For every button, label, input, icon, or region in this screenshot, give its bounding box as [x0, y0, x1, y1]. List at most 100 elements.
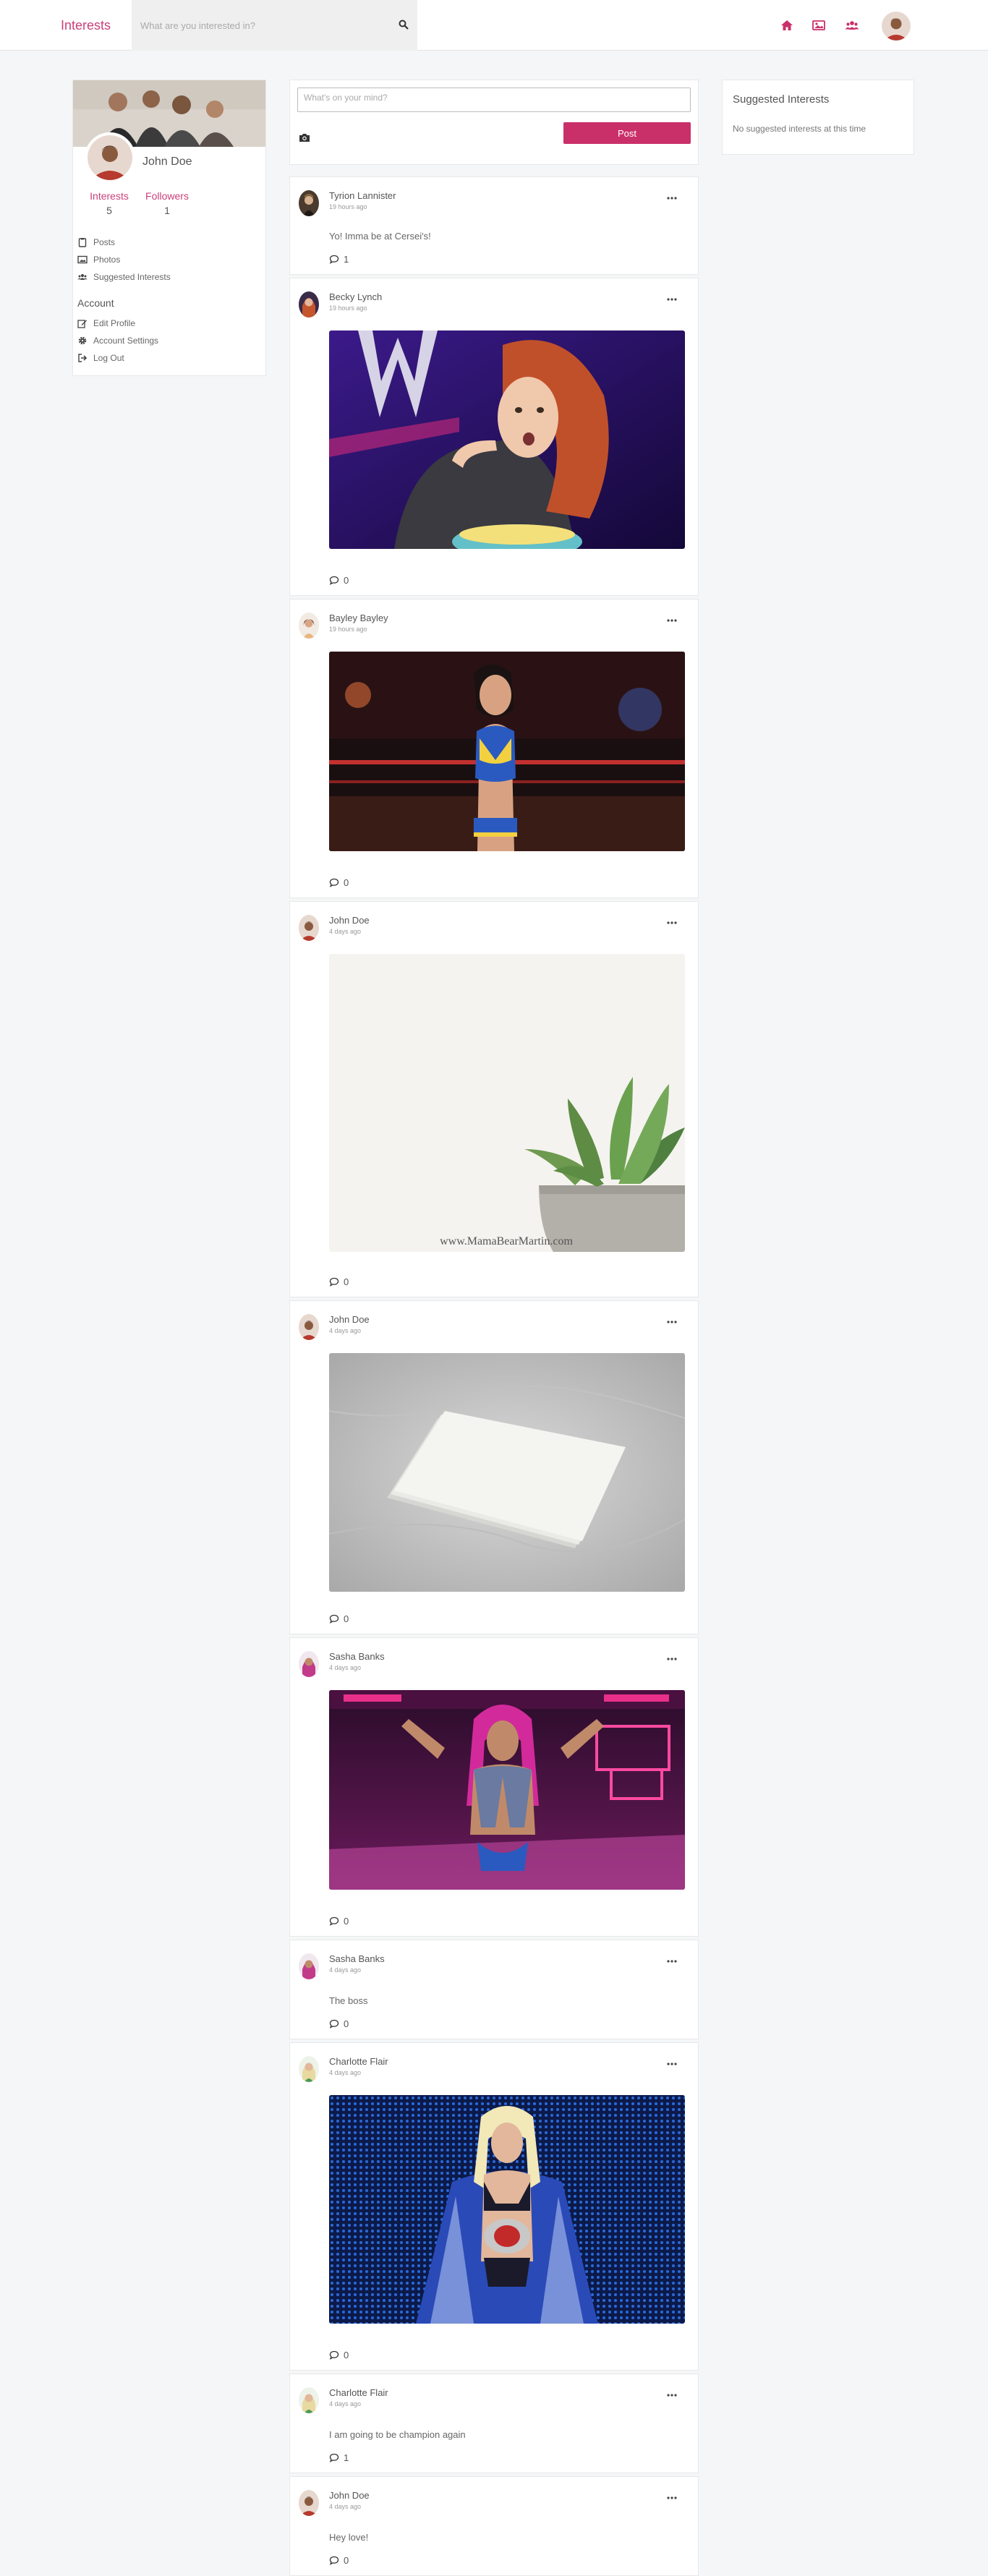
post-timestamp: 4 days ago: [329, 1966, 362, 1974]
menu-item-label: Edit Profile: [93, 318, 136, 328]
post-author[interactable]: John Doe: [329, 1314, 370, 1325]
post-image[interactable]: [329, 330, 685, 549]
post-author[interactable]: Bayley Bayley: [329, 613, 388, 623]
comment-icon: [329, 1916, 339, 1926]
home-icon[interactable]: [780, 19, 794, 32]
followers-label[interactable]: Followers: [142, 190, 192, 202]
comment-count[interactable]: 0: [329, 1276, 349, 1287]
comment-count[interactable]: 0: [329, 575, 349, 586]
ellipsis-icon[interactable]: [666, 1959, 678, 1963]
author-avatar[interactable]: [299, 190, 319, 216]
ellipsis-icon[interactable]: [666, 921, 678, 925]
post-textarea[interactable]: [297, 88, 691, 112]
post-image[interactable]: [329, 2095, 685, 2324]
author-avatar[interactable]: [299, 915, 319, 941]
comment-count[interactable]: 0: [329, 1916, 349, 1927]
comment-count-value: 0: [344, 575, 349, 586]
ellipsis-icon[interactable]: [666, 1657, 678, 1661]
feed-post: Sasha Banks 4 days ago The boss 0: [289, 1940, 699, 2039]
image-icon: [77, 255, 88, 264]
comment-count-value: 0: [344, 2350, 349, 2360]
camera-icon[interactable]: [299, 132, 310, 142]
clipboard-icon: [78, 238, 87, 247]
post-author[interactable]: John Doe: [329, 915, 370, 926]
menu-item-account-settings[interactable]: Account Settings: [77, 333, 158, 348]
post-timestamp: 19 hours ago: [329, 304, 367, 312]
post-author[interactable]: Becky Lynch: [329, 291, 382, 302]
post-timestamp: 4 days ago: [329, 2503, 362, 2510]
ellipsis-icon[interactable]: [666, 2062, 678, 2066]
comment-count[interactable]: 0: [329, 2018, 349, 2029]
post-author[interactable]: Sasha Banks: [329, 1651, 385, 1662]
comment-icon: [329, 255, 339, 264]
interests-count: 5: [106, 205, 112, 216]
author-avatar[interactable]: [299, 1314, 319, 1340]
comment-count[interactable]: 0: [329, 877, 349, 888]
ellipsis-icon[interactable]: [666, 1320, 678, 1324]
author-avatar[interactable]: [299, 1953, 319, 1979]
comment-icon: [329, 1277, 339, 1287]
search-input[interactable]: [140, 17, 386, 33]
menu-item-label: Log Out: [93, 353, 124, 363]
post-author[interactable]: Tyrion Lannister: [329, 190, 396, 201]
post-button[interactable]: Post: [563, 122, 691, 144]
feed-post: Charlotte Flair 4 days ago I am going to…: [289, 2374, 699, 2473]
menu-item-log-out[interactable]: Log Out: [77, 351, 124, 365]
profile-avatar[interactable]: [85, 132, 135, 183]
author-avatar[interactable]: [299, 1651, 319, 1677]
comment-count[interactable]: 0: [329, 2555, 349, 2566]
menu-item-label: Photos: [93, 255, 121, 265]
post-author[interactable]: John Doe: [329, 2490, 370, 2501]
author-avatar[interactable]: [299, 2056, 319, 2082]
post-image[interactable]: [329, 1690, 685, 1890]
ellipsis-icon[interactable]: [666, 618, 678, 623]
followers-stat[interactable]: Followers 1: [142, 190, 192, 216]
menu-item-label: Account Settings: [93, 336, 159, 346]
ellipsis-icon[interactable]: [666, 2393, 678, 2397]
post-text: The boss: [329, 1995, 368, 2006]
menu-item-posts[interactable]: Posts: [77, 235, 115, 250]
post-author[interactable]: Charlotte Flair: [329, 2056, 388, 2067]
comment-icon: [329, 576, 339, 585]
author-avatar[interactable]: [299, 291, 319, 317]
comment-count-value: 1: [344, 2452, 349, 2463]
image-icon[interactable]: [812, 19, 826, 32]
post-image[interactable]: www.MamaBearMartin.com: [329, 954, 685, 1252]
comment-count[interactable]: 1: [329, 254, 349, 265]
followers-count: 1: [164, 205, 170, 216]
comment-count[interactable]: 0: [329, 1613, 349, 1624]
search-bar: [132, 0, 417, 51]
users-icon[interactable]: [845, 19, 859, 32]
interests-stat[interactable]: Interests 5: [88, 190, 131, 216]
post-text: Yo! Imma be at Cersei's!: [329, 231, 431, 242]
ellipsis-icon[interactable]: [666, 2496, 678, 2500]
user-avatar[interactable]: [882, 12, 911, 40]
menu-item-suggested-interests[interactable]: Suggested Interests: [77, 270, 171, 284]
search-icon[interactable]: [399, 20, 409, 30]
comment-count-value: 0: [344, 2555, 349, 2566]
users-icon: [77, 274, 88, 280]
gear-icon: [78, 336, 87, 345]
brand-logo[interactable]: Interests: [61, 18, 111, 33]
post-timestamp: 19 hours ago: [329, 203, 367, 210]
post-image[interactable]: [329, 1353, 685, 1592]
ellipsis-icon[interactable]: [666, 297, 678, 302]
author-avatar[interactable]: [299, 613, 319, 639]
post-author[interactable]: Sasha Banks: [329, 1953, 385, 1964]
comment-count[interactable]: 1: [329, 2452, 349, 2463]
author-avatar[interactable]: [299, 2490, 319, 2516]
author-avatar[interactable]: [299, 2387, 319, 2413]
image-watermark-text: www.MamaBearMartin.com: [440, 1235, 573, 1248]
feed-post: John Doe 4 days ago Hey love! 0: [289, 2476, 699, 2576]
interests-label[interactable]: Interests: [88, 190, 131, 202]
feed-post: Bayley Bayley 19 hours ago 0: [289, 599, 699, 898]
ellipsis-icon[interactable]: [666, 196, 678, 200]
menu-item-edit-profile[interactable]: Edit Profile: [77, 316, 135, 330]
menu-item-photos[interactable]: Photos: [77, 252, 120, 267]
post-image[interactable]: [329, 652, 685, 851]
comment-count-value: 0: [344, 1916, 349, 1927]
comment-count[interactable]: 0: [329, 2350, 349, 2360]
suggested-empty-text: No suggested interests at this time: [733, 124, 866, 134]
post-author[interactable]: Charlotte Flair: [329, 2387, 388, 2398]
comment-count-value: 1: [344, 254, 349, 265]
